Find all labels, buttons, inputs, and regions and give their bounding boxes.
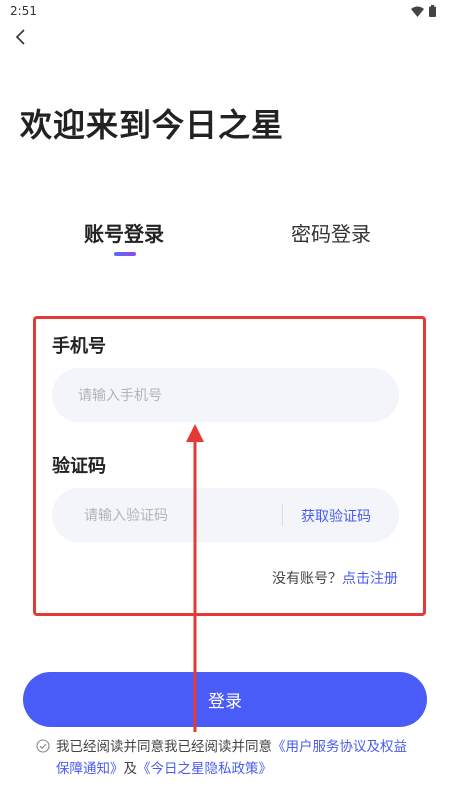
back-button[interactable] [10,28,32,50]
verification-code-input[interactable] [82,488,306,544]
tab-account-login[interactable]: 账号登录 [84,218,164,247]
battery-icon [429,5,436,17]
login-button[interactable]: 登录 [23,672,427,727]
status-time: 2:51 [10,4,37,18]
agreement-text: 我已经阅读并同意我已经阅读并同意《用户服务协议及权益保障通知》及《今日之星隐私政… [36,736,416,780]
status-bar: 2:51 [0,0,450,22]
agreement-prefix: 我已经阅读并同意我已经阅读并同意 [56,739,272,755]
no-account-text: 没有账号？ [272,571,342,587]
wifi-icon [411,6,424,17]
privacy-policy-link[interactable]: 《今日之星隐私政策》 [137,761,272,777]
phone-input-container [52,368,399,424]
register-link[interactable]: 点击注册 [342,571,398,587]
agreement: 我已经阅读并同意我已经阅读并同意《用户服务协议及权益保障通知》及《今日之星隐私政… [36,736,416,780]
code-label: 验证码 [52,456,106,477]
phone-input[interactable] [76,368,380,424]
register-row: 没有账号？点击注册 [272,568,398,588]
get-code-button[interactable]: 获取验证码 [301,506,371,526]
page-title: 欢迎来到今日之星 [20,106,285,144]
status-icons [411,5,436,17]
agreement-and: 及 [123,761,138,777]
chevron-left-icon [15,29,27,49]
divider [282,504,283,526]
active-tab-indicator [114,252,136,256]
phone-label: 手机号 [52,336,106,357]
tab-password-login[interactable]: 密码登录 [291,218,371,247]
agree-checkbox-icon[interactable] [36,738,50,753]
code-input-container: 获取验证码 [52,488,399,544]
